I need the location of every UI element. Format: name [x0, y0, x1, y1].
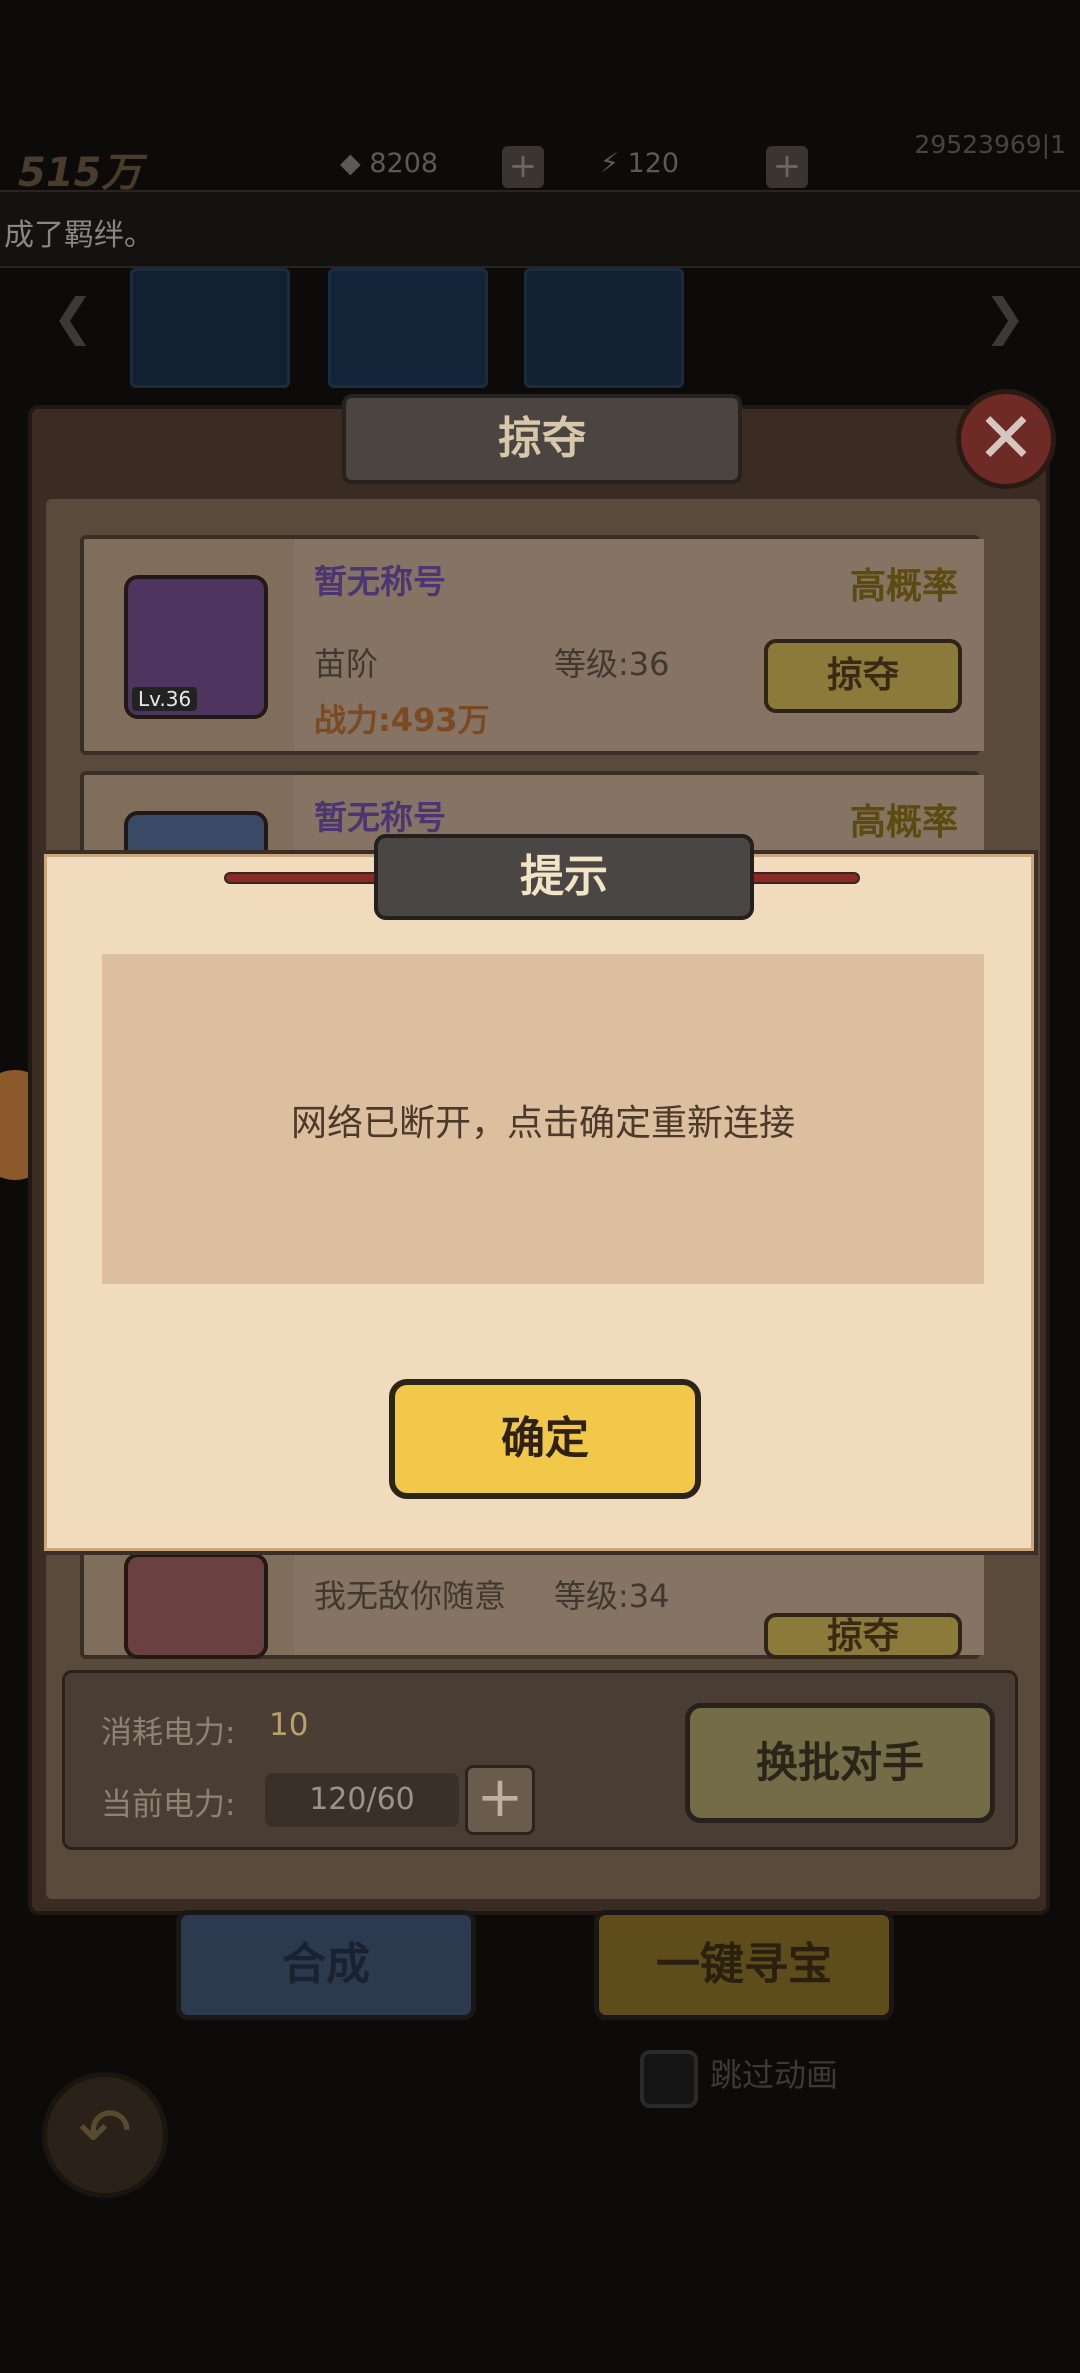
diamond-icon: ◆: [340, 148, 361, 179]
add-diamond-button[interactable]: +: [502, 146, 544, 188]
close-icon[interactable]: ✕: [956, 389, 1056, 489]
skip-animation-label: 跳过动画: [710, 2056, 839, 2094]
opponent-rank: 苗阶: [314, 645, 379, 683]
avatar-level: Lv.36: [132, 687, 198, 711]
carousel-left-icon[interactable]: ❮: [52, 288, 94, 346]
skip-animation-checkbox[interactable]: [640, 2050, 698, 2108]
opponent-power: 战力:493万: [314, 701, 490, 739]
dialog-message: 网络已断开，点击确定重新连接: [290, 1103, 795, 1144]
cost-label: 消耗电力:: [101, 1715, 236, 1751]
swap-opponents-button[interactable]: 换批对手: [685, 1703, 995, 1823]
current-energy-value: 120/60: [265, 1773, 459, 1827]
auto-treasure-button[interactable]: 一键寻宝: [594, 1910, 894, 2020]
diamond-count: ◆ 8208: [340, 148, 439, 179]
item-thumbnail[interactable]: [524, 268, 684, 388]
lightning-icon: ⚡: [600, 148, 619, 179]
probability-label: 高概率: [849, 566, 958, 607]
probability-label: 高概率: [849, 802, 958, 843]
ticker-text: 成了羁绊。: [4, 218, 154, 253]
alert-dialog: 提示 网络已断开，点击确定重新连接 确定: [40, 834, 1038, 1555]
title-bar-decoration: [224, 872, 384, 884]
opponent-card: Lv.36 暂无称号 苗阶 等级:36 战力:493万 高概率 掠夺: [80, 535, 984, 755]
opponent-level: 等级:34: [554, 1577, 670, 1615]
news-ticker: 成了羁绊。: [0, 190, 1080, 268]
avatar: Lv.36: [124, 575, 268, 719]
resource-bar: 515万 ◆ 8208 + ⚡ 120 + 29523969|1: [0, 130, 1080, 196]
opponent-info: 暂无称号 苗阶 等级:36 战力:493万 高概率 掠夺: [294, 539, 984, 751]
item-thumbnail[interactable]: [130, 268, 290, 388]
item-thumbnail[interactable]: [328, 268, 488, 388]
opponent-info: 我无敌你随意 等级:34 掠夺: [294, 1553, 984, 1659]
dialog-title: 提示: [374, 834, 754, 920]
energy-count: ⚡ 120: [600, 148, 680, 179]
compose-button[interactable]: 合成: [176, 1910, 476, 2020]
game-screen: 515万 ◆ 8208 + ⚡ 120 + 29523969|1 成了羁绊。 ❮…: [0, 0, 1080, 2373]
add-energy-button[interactable]: +: [766, 146, 808, 188]
item-carousel: ❮ ❯: [0, 268, 1080, 388]
add-energy-icon[interactable]: +: [465, 1765, 535, 1835]
panel-title: 掠夺: [342, 394, 742, 484]
opponent-card: 我无敌你随意 等级:34 掠夺: [80, 1549, 984, 1659]
current-energy-label: 当前电力:: [101, 1787, 236, 1823]
opponent-title: 暂无称号: [314, 562, 446, 601]
plunder-button[interactable]: 掠夺: [764, 1613, 962, 1659]
carousel-right-icon[interactable]: ❯: [984, 288, 1026, 346]
back-arrow-icon[interactable]: ↶: [42, 2072, 168, 2198]
user-id: 29523969|1: [914, 130, 1066, 159]
plunder-button[interactable]: 掠夺: [764, 639, 962, 713]
avatar: [124, 1553, 268, 1659]
opponent-level: 等级:36: [554, 645, 670, 683]
confirm-button[interactable]: 确定: [389, 1379, 701, 1499]
opponent-name: 我无敌你随意: [314, 1577, 507, 1615]
message-box: 网络已断开，点击确定重新连接: [102, 954, 984, 1284]
bottom-controls: 合成 一键寻宝 跳过动画: [0, 1890, 1080, 2094]
opponent-title: 暂无称号: [314, 798, 446, 837]
energy-bar: 消耗电力: 10 当前电力: 120/60 + 换批对手: [62, 1670, 1018, 1850]
cost-value: 10: [269, 1707, 309, 1743]
